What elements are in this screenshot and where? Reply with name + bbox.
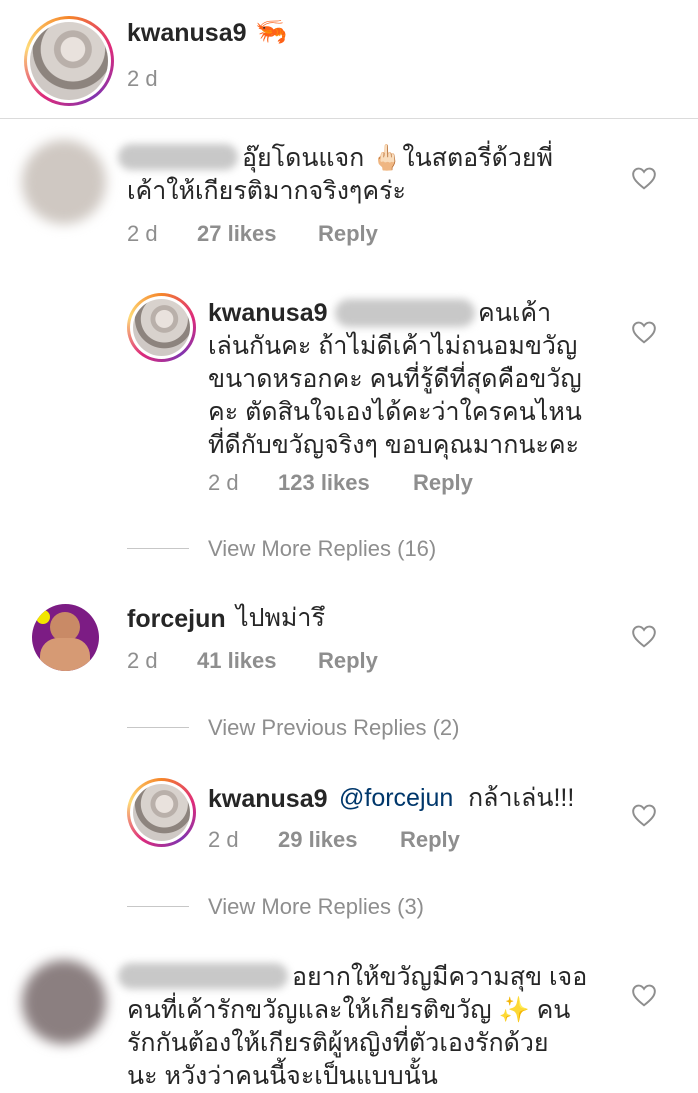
post-author-username[interactable]: kwanusa9 xyxy=(127,19,247,48)
mention-link[interactable]: @forcejun xyxy=(339,782,453,815)
comment-likes[interactable]: 27 likes xyxy=(197,221,277,247)
post-author-avatar[interactable] xyxy=(24,16,114,106)
reply-button[interactable]: Reply xyxy=(318,221,378,247)
replies-line xyxy=(127,727,189,728)
replies-line xyxy=(127,548,189,549)
comment-text: อยากให้ขวัญมีความสุข เจอ คนที่เค้ารักขวั… xyxy=(127,963,588,1090)
reply-button[interactable]: Reply xyxy=(413,470,473,496)
reply-button[interactable]: Reply xyxy=(400,827,460,853)
reply-author-username[interactable]: kwanusa9 xyxy=(208,785,328,814)
reply-author-avatar[interactable] xyxy=(127,293,196,362)
forcejun-username[interactable]: forcejun xyxy=(127,605,226,634)
forcejun-comment-time: 2 d xyxy=(127,648,158,673)
reply-likes[interactable]: 123 likes xyxy=(278,470,370,496)
post-time: 2 d xyxy=(127,66,158,91)
reply-time: 2 d xyxy=(208,827,239,852)
reply-text: คนเค้า เล่นกันคะ ถ้าไม่ดีเค้าไม่ถนอมขวัญ… xyxy=(208,299,582,459)
comment-time: 2 d xyxy=(127,221,158,246)
commenter-avatar-blurred[interactable] xyxy=(22,960,106,1044)
forcejun-comment-text: ไปพม่ารึ xyxy=(236,604,325,632)
comment-text: อุ๊ยโดนแจก 🖕🏻ในสตอรี่ด้วยพี่ เค้าให้เกีย… xyxy=(127,144,554,205)
reply-text: กล้าเล่น!!! xyxy=(468,784,575,812)
heart-icon[interactable] xyxy=(631,320,657,344)
forcejun-comment-likes[interactable]: 41 likes xyxy=(197,648,277,674)
replies-line xyxy=(127,906,189,907)
heart-icon[interactable] xyxy=(631,803,657,827)
reply-likes[interactable]: 29 likes xyxy=(278,827,358,853)
commenter-avatar-blurred[interactable] xyxy=(22,140,106,224)
reply-author-avatar[interactable] xyxy=(127,778,196,847)
view-more-replies-button[interactable]: View More Replies (16) xyxy=(208,536,436,562)
header-divider xyxy=(0,118,698,119)
shrimp-emoji: 🦐 xyxy=(255,16,288,46)
reply-button[interactable]: Reply xyxy=(318,648,378,674)
view-previous-replies-button[interactable]: View Previous Replies (2) xyxy=(208,715,459,741)
heart-icon[interactable] xyxy=(631,166,657,190)
forcejun-avatar[interactable] xyxy=(32,604,99,671)
reply-time: 2 d xyxy=(208,470,239,495)
view-more-replies-button[interactable]: View More Replies (3) xyxy=(208,894,424,920)
heart-icon[interactable] xyxy=(631,983,657,1007)
heart-icon[interactable] xyxy=(631,624,657,648)
